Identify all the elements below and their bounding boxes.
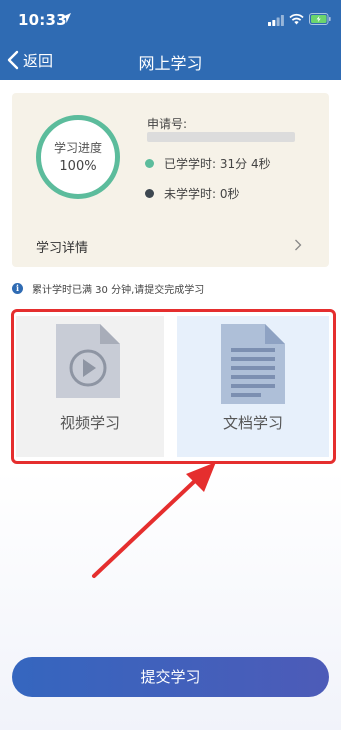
notice-text: 累计学时已满 30 分钟,请提交完成学习	[32, 284, 205, 296]
remaining-time-row: 未学学时: 0秒	[145, 185, 240, 201]
application-number-label: 申请号:	[147, 117, 188, 131]
info-icon: i	[12, 282, 23, 294]
studied-time-row: 已学学时: 31分 4秒	[145, 155, 271, 171]
location-arrow-icon	[61, 13, 71, 23]
document-study-label: 文档学习	[222, 414, 283, 432]
chevron-right-icon	[295, 239, 302, 251]
document-study-tile[interactable]: 文档学习	[177, 316, 329, 457]
application-number-redacted	[147, 132, 295, 142]
progress-ring-title: 学习进度	[53, 141, 102, 155]
remaining-dot	[145, 188, 154, 198]
nav-bar: 返回 网上学习	[0, 40, 341, 80]
wifi-icon	[289, 13, 304, 25]
document-icon	[221, 324, 285, 404]
submit-study-button[interactable]: 提交学习	[12, 657, 329, 697]
red-annotation-arrow	[92, 462, 216, 578]
studied-dot	[145, 158, 154, 168]
cellular-signal-icon	[268, 15, 284, 26]
status-bar: 10:33	[0, 0, 341, 38]
study-details-label: 学习详情	[36, 241, 89, 256]
completion-notice: i 累计学时已满 30 分钟,请提交完成学习	[12, 280, 204, 296]
progress-ring-value: 100%	[59, 159, 97, 174]
study-details-link[interactable]: 学习详情	[12, 229, 329, 259]
studied-time-text: 已学学时: 31分 4秒	[164, 156, 271, 171]
progress-ring: 学习进度 100%	[36, 115, 120, 199]
remaining-time-text: 未学学时: 0秒	[164, 186, 240, 201]
video-study-tile[interactable]: 视频学习	[16, 316, 164, 457]
app-header: 10:33 返回 网上学习	[0, 0, 341, 80]
video-study-label: 视频学习	[59, 414, 120, 432]
video-file-icon	[56, 324, 120, 398]
battery-charging-icon	[309, 13, 331, 25]
progress-card: 学习进度 100% 申请号: 已学学时: 31分 4秒 未学学时: 0秒 学习详…	[12, 93, 329, 267]
page-title: 网上学习	[138, 54, 203, 73]
